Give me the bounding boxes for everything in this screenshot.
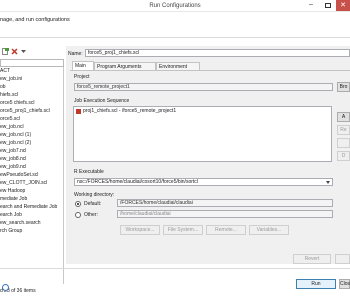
tree-item[interactable]: ewPseudoSet.scl	[0, 171, 64, 179]
tree-item[interactable]: ACT	[0, 67, 64, 75]
other-label: Other:	[84, 212, 98, 218]
tree-item[interactable]: ew_job.ncl	[0, 123, 64, 131]
tree-item[interactable]: orce5 chiefs.scl	[0, 99, 64, 107]
project-label: Project	[74, 74, 90, 80]
apply-button[interactable]	[335, 254, 350, 264]
delete-icon[interactable]	[11, 48, 18, 55]
tree-item[interactable]: ew_job.ncl (1)	[0, 131, 64, 139]
new-config-icon[interactable]	[2, 48, 9, 55]
tree-item[interactable]: ew_job7.ncl	[0, 147, 64, 155]
tree-item[interactable]: ew_search.search	[0, 219, 64, 227]
tree-item[interactable]: orce5.scl	[0, 115, 64, 123]
tree-item[interactable]: mediate Job	[0, 195, 64, 203]
tree-item[interactable]: ew_CLOTT_JOIN.scl	[0, 179, 64, 187]
workspace-button[interactable]: Workspace...	[120, 225, 160, 235]
tree-item[interactable]: ew Hadoop	[0, 187, 64, 195]
chevron-down-icon[interactable]	[325, 180, 331, 185]
tree-item[interactable]: ew_job9.ncl	[0, 163, 64, 171]
footer-separator	[0, 268, 350, 269]
dialog-subtitle: nage, and run configurations	[0, 17, 70, 23]
help-icon[interactable]	[2, 284, 9, 291]
tree-item[interactable]: earch and Remediate Job	[0, 203, 64, 211]
tree-item[interactable]: rch Group	[0, 227, 64, 235]
sequence-label: Job Execution Sequence	[74, 98, 130, 104]
close-window-button[interactable]: ✕	[336, 0, 350, 11]
executable-label: R Executable	[74, 169, 104, 175]
maximize-icon	[325, 3, 331, 8]
other-radio[interactable]	[75, 212, 81, 218]
maximize-button[interactable]	[324, 2, 334, 10]
filter-input[interactable]	[0, 59, 64, 67]
window-title: Run Configurations	[149, 3, 201, 9]
other-dir-field[interactable]: /home/claudiai/claudiai	[117, 210, 333, 218]
tree-item[interactable]: ew_job.ncl (2)	[0, 139, 64, 147]
tree-item[interactable]: hiefs.scl	[0, 91, 64, 99]
minimize-button[interactable]: –	[309, 1, 319, 10]
default-label: Default:	[84, 201, 102, 207]
workdir-label: Working directory:	[74, 192, 115, 198]
tab-label: Main	[75, 63, 86, 69]
tree-item[interactable]: ob	[0, 83, 64, 91]
remove-button[interactable]: Re	[337, 125, 350, 135]
revert-button[interactable]: Revert	[293, 254, 331, 264]
default-dir-field: /FORCES/home/claudiai/claudiai	[117, 199, 333, 207]
up-button[interactable]	[337, 138, 350, 148]
file-system-button[interactable]: File System...	[163, 225, 203, 235]
close-button[interactable]: Close	[339, 279, 350, 289]
add-button[interactable]: A	[337, 112, 350, 122]
tree-item[interactable]: orce5_proj1_chiefs.scl	[0, 107, 64, 115]
executable-field[interactable]: nsc:/FORCES/home/claudiai/cosort10/force…	[74, 178, 333, 186]
down-button[interactable]: D	[337, 151, 350, 161]
name-label: Name:	[68, 51, 83, 57]
tree-item[interactable]: ew_job.ini	[0, 75, 64, 83]
job-file-icon	[76, 109, 81, 114]
chevron-down-icon[interactable]	[20, 48, 27, 55]
browse-button[interactable]: Bro	[337, 82, 350, 92]
run-configurations-window: Run Configurations – ✕ nage, and run con…	[0, 0, 350, 300]
variables-button[interactable]: Variables...	[249, 225, 289, 235]
name-field[interactable]: force5_proj1_chiefs.scl	[85, 49, 350, 57]
title-bar: Run Configurations – ✕	[0, 0, 350, 12]
dialog-header: nage, and run configurations	[0, 12, 350, 38]
configuration-tree[interactable]: ACT ew_job.ini ob hiefs.scl orce5 chiefs…	[0, 67, 64, 284]
default-radio[interactable]	[75, 201, 81, 207]
tree-item[interactable]: ew_job8.ncl	[0, 155, 64, 163]
list-item[interactable]: proj1_chiefs.scl - /force5_remote_projec…	[83, 108, 176, 114]
run-button[interactable]: Run	[296, 279, 336, 289]
remote-button[interactable]: Remote...	[206, 225, 246, 235]
tree-item[interactable]: earch Job	[0, 211, 64, 219]
job-sequence-list[interactable]: proj1_chiefs.scl - /force5_remote_projec…	[73, 106, 332, 162]
project-field[interactable]: force5_remote_project1	[74, 83, 333, 91]
